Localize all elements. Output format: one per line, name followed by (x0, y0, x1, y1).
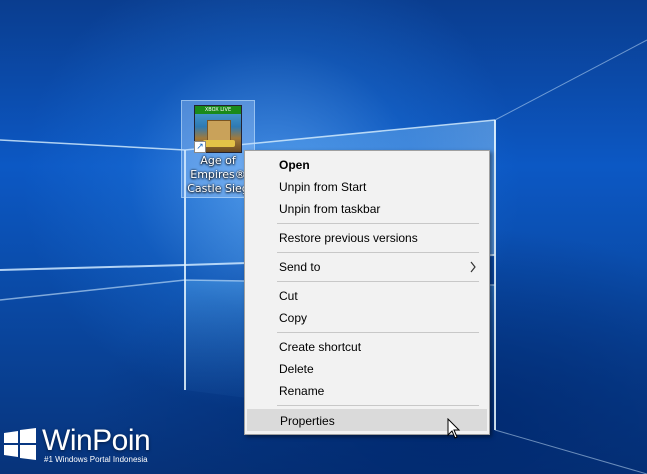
menu-separator (277, 252, 479, 253)
windows-logo-icon (4, 428, 36, 460)
shortcut-arrow-icon: ↗ (194, 141, 206, 153)
title-banner-graphic (203, 140, 235, 147)
menu-separator (277, 405, 479, 406)
chevron-right-icon (470, 261, 476, 273)
menu-item-rename[interactable]: Rename (247, 380, 487, 402)
context-menu: Open Unpin from Start Unpin from taskbar… (244, 150, 490, 435)
menu-item-send-to-label: Send to (279, 260, 321, 274)
menu-item-copy[interactable]: Copy (247, 307, 487, 329)
menu-item-restore-previous-versions[interactable]: Restore previous versions (247, 227, 487, 249)
watermark-title: WinPoin (42, 424, 151, 457)
watermark-subtitle: #1 Windows Portal Indonesia (44, 455, 148, 464)
mouse-pointer-icon (447, 418, 461, 439)
xbox-live-badge: XBOX LIVE (195, 106, 241, 114)
menu-item-create-shortcut[interactable]: Create shortcut (247, 336, 487, 358)
castle-graphic (207, 120, 231, 142)
menu-item-send-to[interactable]: Send to (247, 256, 487, 278)
menu-item-cut[interactable]: Cut (247, 285, 487, 307)
menu-item-open[interactable]: Open (247, 154, 487, 176)
winpoin-watermark: WinPoin #1 Windows Portal Indonesia (0, 424, 170, 474)
menu-separator (277, 223, 479, 224)
menu-item-unpin-from-start[interactable]: Unpin from Start (247, 176, 487, 198)
menu-item-delete[interactable]: Delete (247, 358, 487, 380)
menu-separator (277, 281, 479, 282)
menu-separator (277, 332, 479, 333)
menu-item-unpin-from-taskbar[interactable]: Unpin from taskbar (247, 198, 487, 220)
